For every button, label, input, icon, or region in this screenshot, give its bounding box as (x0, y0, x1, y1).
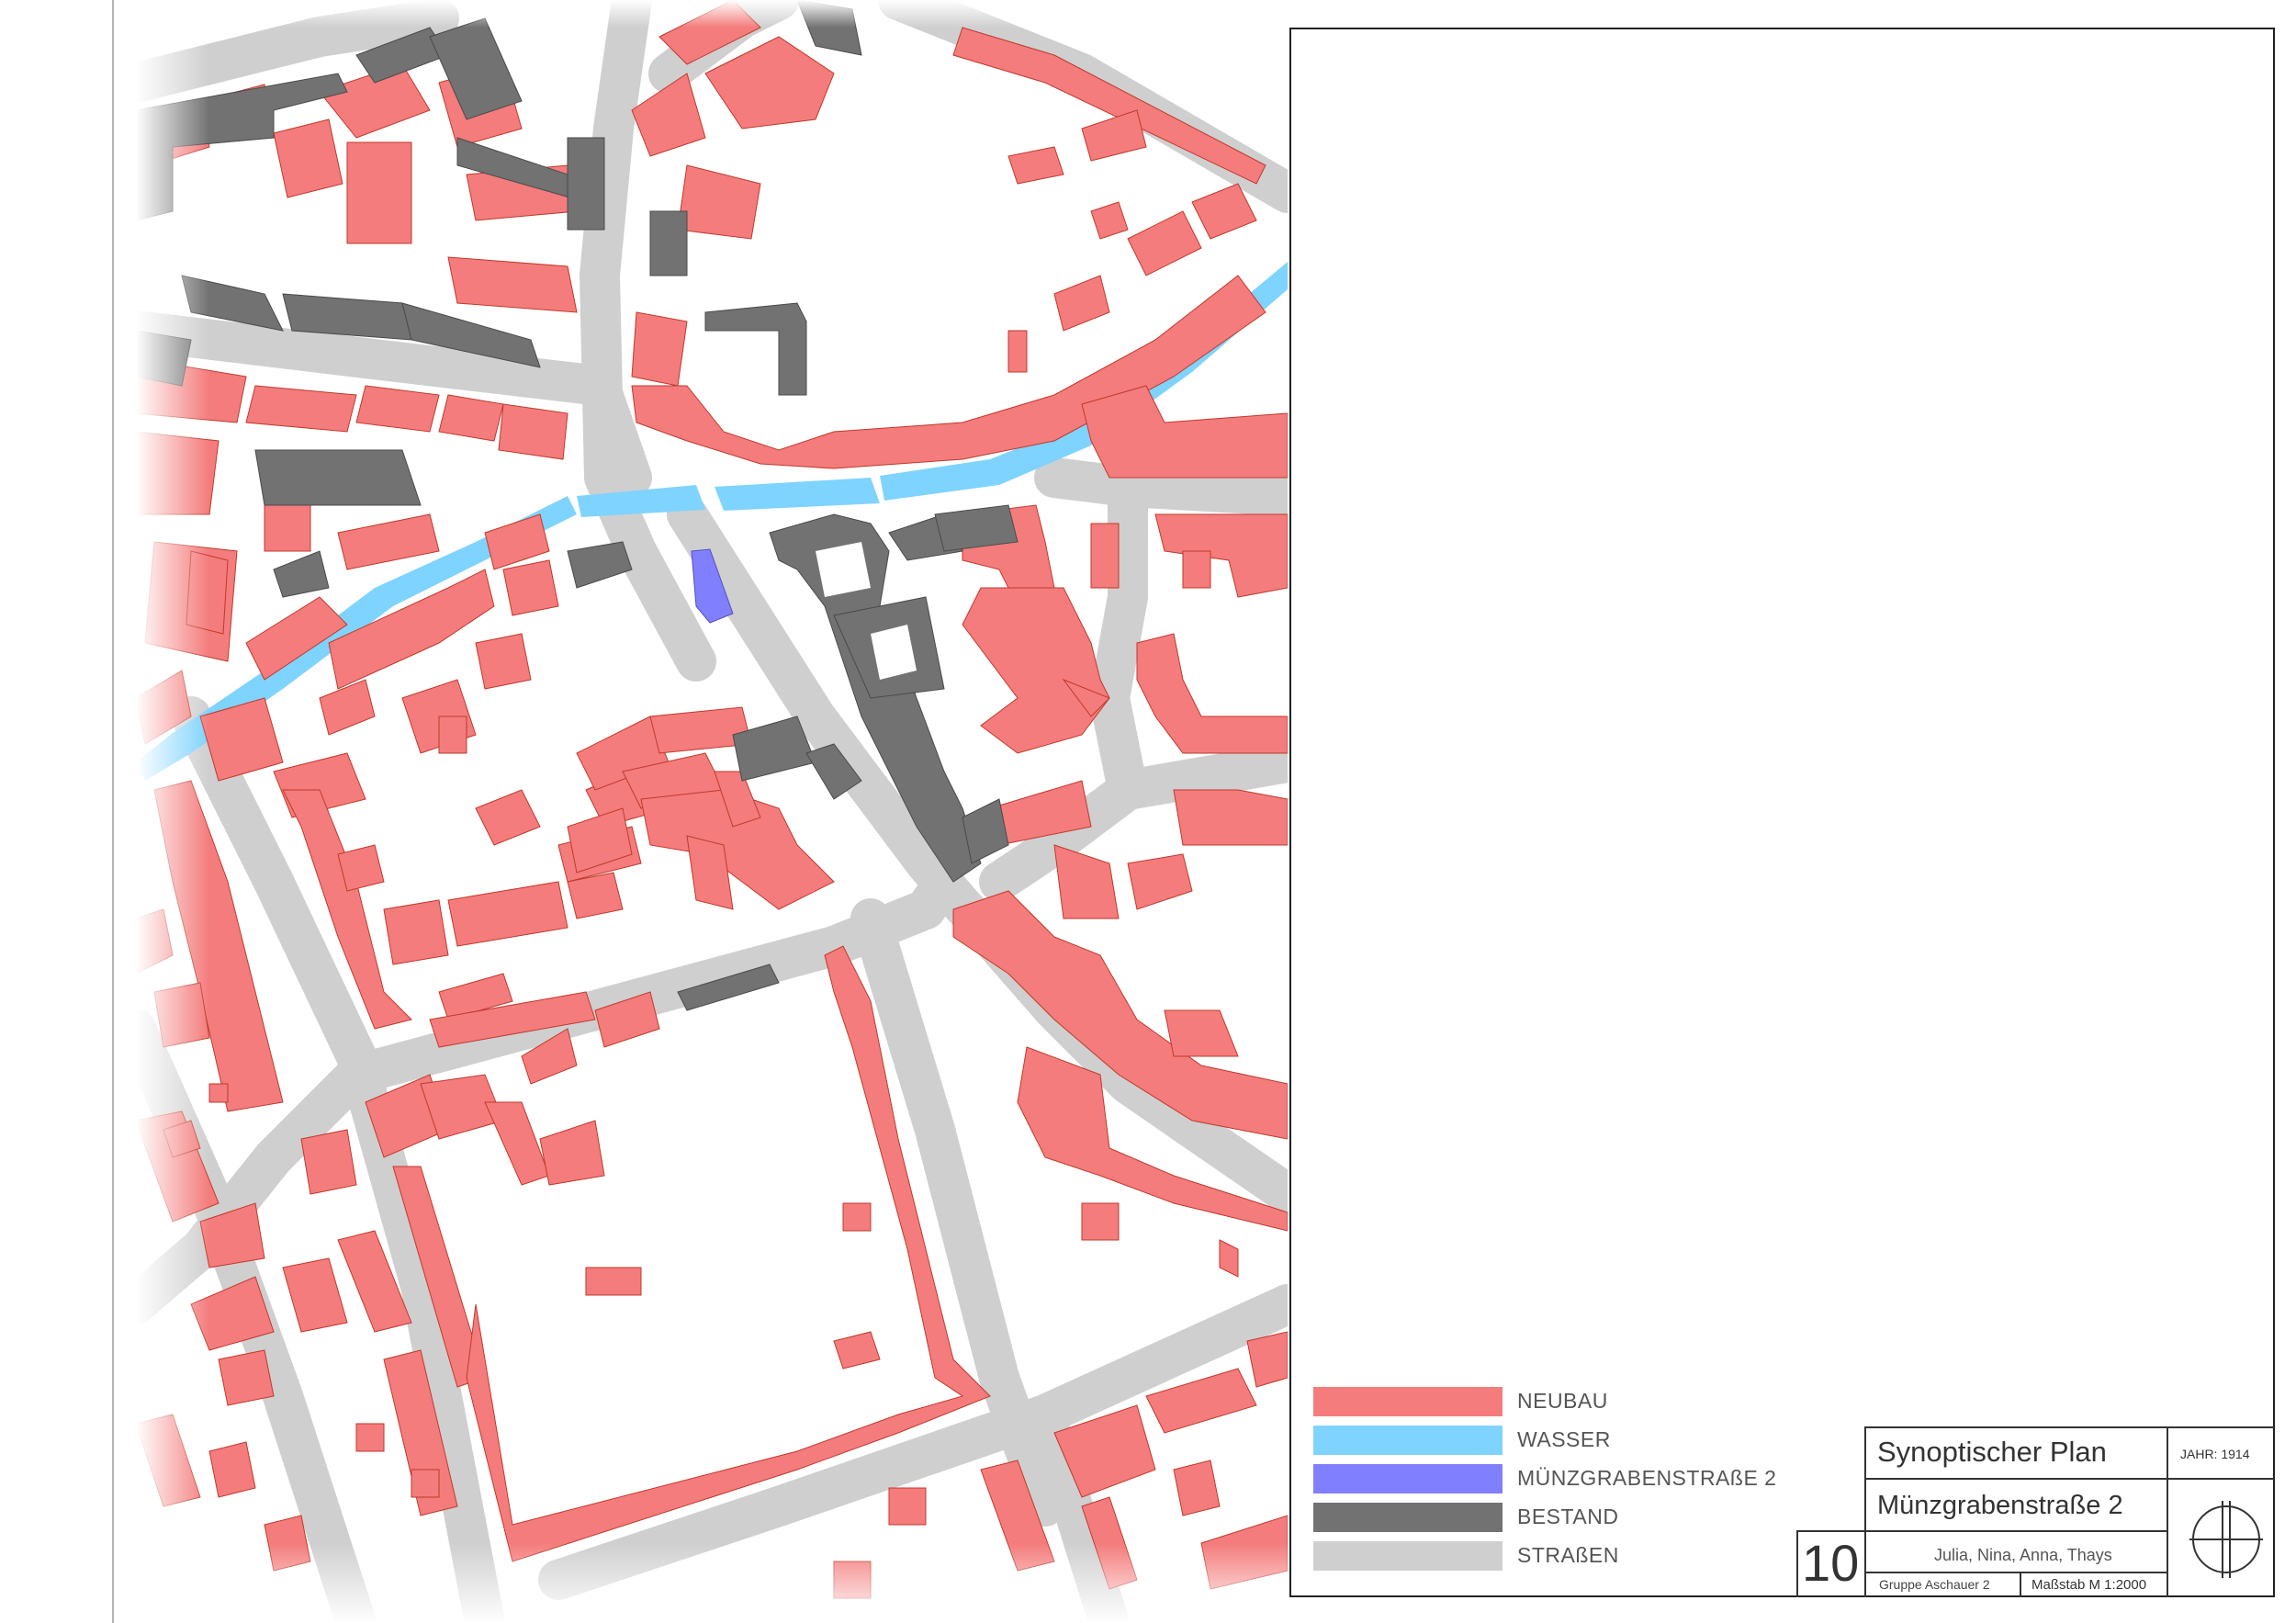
legend-swatch-neubau (1313, 1387, 1503, 1416)
building (1081, 109, 1147, 162)
building (842, 1202, 872, 1232)
plan-group: Gruppe Aschauer 2 (1879, 1577, 1990, 1592)
building (438, 394, 504, 442)
map-canvas (136, 0, 1288, 1623)
building (585, 1267, 642, 1296)
building (484, 513, 550, 570)
legend-swatch-wasser (1313, 1426, 1503, 1455)
building (355, 1423, 385, 1452)
building (502, 559, 559, 616)
building (888, 1487, 927, 1526)
building (1136, 633, 1288, 754)
building (962, 798, 1009, 864)
building (833, 1331, 881, 1369)
building (208, 1441, 256, 1498)
building (300, 1129, 357, 1195)
building (1164, 1009, 1239, 1057)
building (475, 789, 541, 846)
building (1053, 275, 1110, 332)
building (438, 716, 467, 754)
building (1154, 513, 1288, 598)
fade-bottom (136, 1543, 1288, 1623)
plan-year: JAHR: 1914 (2180, 1447, 2250, 1461)
building (539, 1120, 605, 1186)
building (254, 449, 422, 506)
plan-authors: Julia, Nina, Anna, Thays (1934, 1546, 2112, 1564)
building (1090, 523, 1120, 589)
building (1246, 1331, 1288, 1388)
sheet-number: 10 (1802, 1534, 1860, 1592)
building (319, 679, 376, 736)
building (218, 1349, 275, 1406)
building (498, 403, 568, 460)
building (383, 899, 449, 965)
building (1127, 210, 1202, 276)
legend-label: WASSER (1517, 1427, 1611, 1451)
building (1090, 201, 1129, 240)
building (1127, 853, 1193, 910)
fade-left (136, 0, 209, 1623)
street (1108, 742, 1288, 810)
building (447, 881, 568, 947)
building (245, 385, 357, 433)
building (1182, 550, 1211, 589)
building (1173, 789, 1288, 846)
building (649, 210, 688, 276)
sheet-frame (1289, 28, 2275, 1597)
building (273, 550, 330, 598)
building (962, 587, 1110, 754)
building (631, 73, 706, 157)
building (1053, 844, 1120, 919)
legend-label: NEUBAU (1517, 1389, 1608, 1413)
plan-title: Synoptischer Plan (1877, 1436, 2107, 1468)
building (704, 302, 807, 396)
building (567, 137, 605, 231)
building (346, 141, 412, 244)
building (952, 27, 1266, 185)
page-margin-line (112, 0, 114, 1623)
building (484, 1101, 550, 1186)
legend-swatch-bestand (1313, 1503, 1503, 1532)
building (1081, 385, 1288, 479)
building (475, 633, 532, 690)
street (538, 1284, 1288, 1600)
building (208, 1083, 229, 1103)
building (1081, 1202, 1120, 1241)
plan-scale: Maßstab M 1:2000 (2032, 1577, 2147, 1593)
building (447, 256, 578, 313)
building (1007, 146, 1064, 185)
plan-subject: Münzgrabenstraße 2 (1877, 1491, 2123, 1520)
building (1007, 330, 1028, 373)
courtyard (816, 542, 871, 597)
building (282, 1257, 348, 1333)
building (677, 164, 761, 240)
building (1219, 1239, 1239, 1278)
building (273, 118, 343, 198)
legend-label: MÜNZGRABENSTRAßE 2 (1517, 1466, 1777, 1490)
fade-top (136, 0, 1288, 28)
synoptic-map[interactable] (136, 0, 1288, 1623)
building (631, 311, 688, 387)
street (1034, 457, 1288, 516)
building (1173, 1460, 1221, 1516)
canal-segment (715, 478, 880, 511)
legend-label: BESTAND (1517, 1505, 1619, 1528)
legend-swatch-strassen (1313, 1541, 1503, 1571)
building (567, 541, 633, 589)
building (411, 1469, 440, 1498)
legend-label: STRAßEN (1517, 1543, 1619, 1567)
building (337, 513, 440, 570)
building (429, 17, 523, 120)
building (355, 385, 440, 433)
legend-swatch-muenzgrabenstrasse (1313, 1464, 1503, 1493)
north-arrow-icon (2189, 1501, 2263, 1578)
